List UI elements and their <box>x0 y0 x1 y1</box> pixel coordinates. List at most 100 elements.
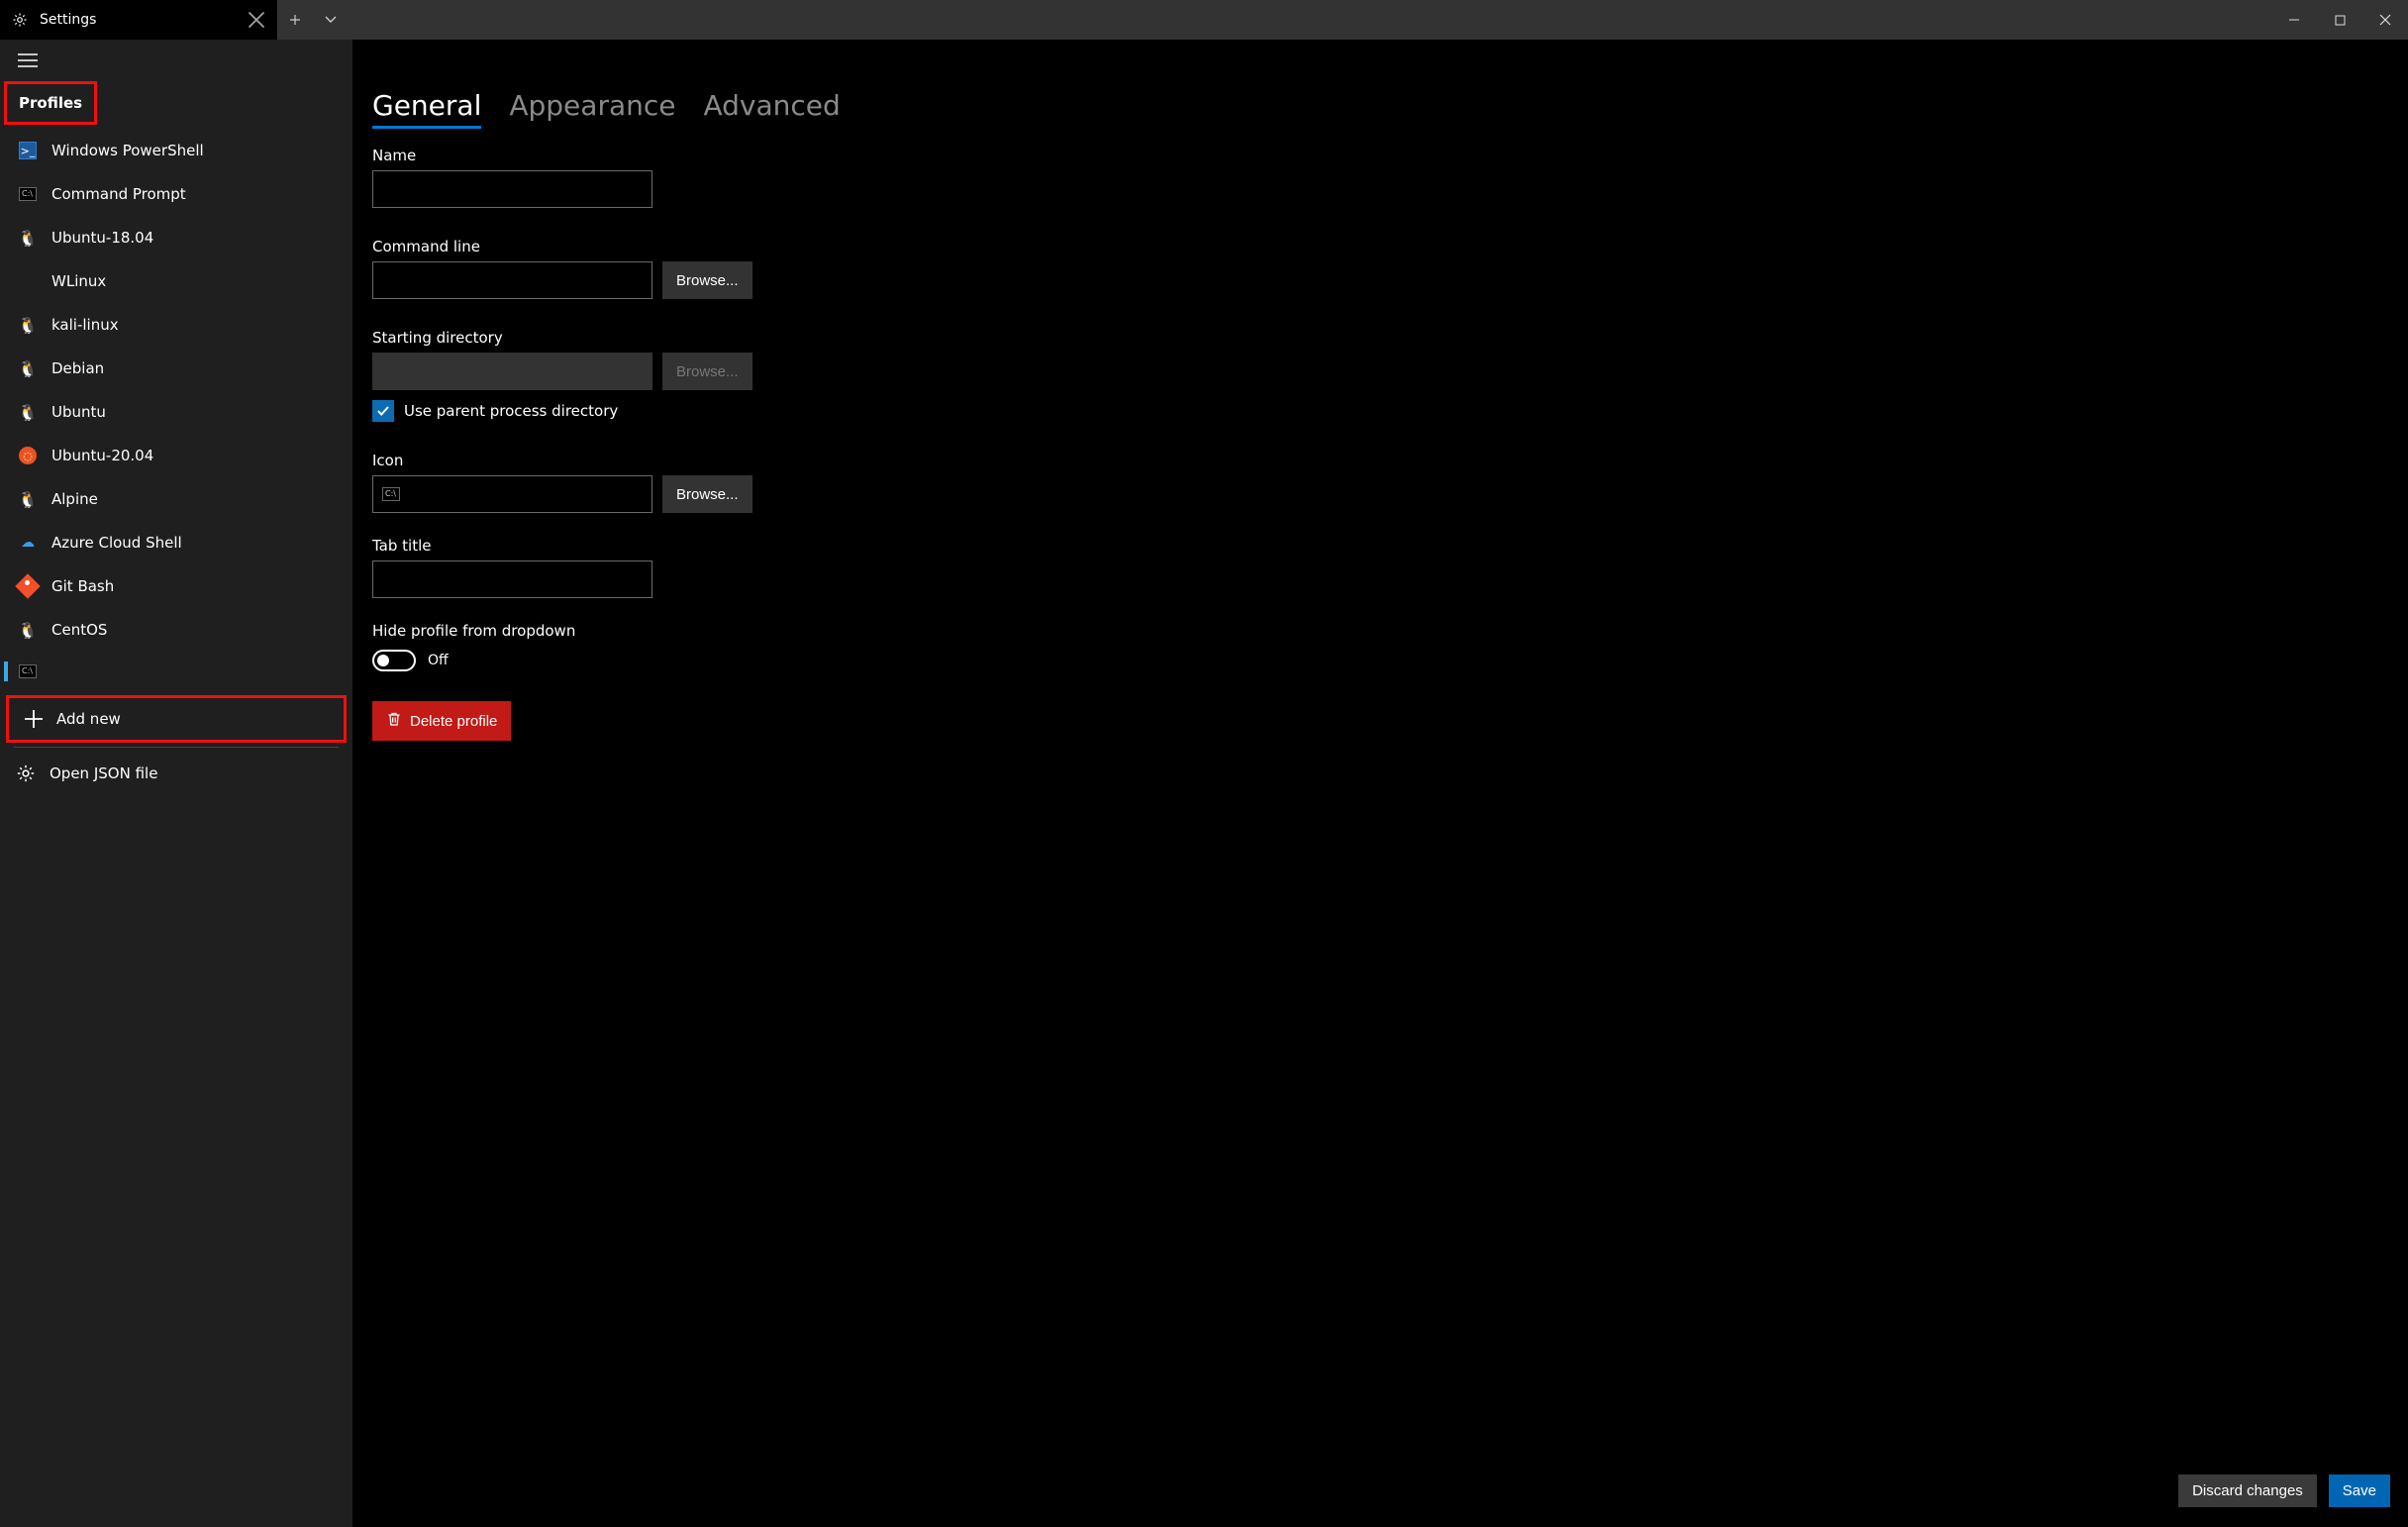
sidebar-item-cmd[interactable]: C:\ Command Prompt <box>0 172 352 216</box>
app-body: Profiles >_ Windows PowerShell C:\ Comma… <box>0 40 2408 1527</box>
hamburger-button[interactable] <box>0 40 352 81</box>
sidebar-item-label: Azure Cloud Shell <box>51 534 182 552</box>
sidebar-item-label: Debian <box>51 359 104 377</box>
hide-state-label: Off <box>428 653 449 668</box>
ubuntu-icon: ◌ <box>18 446 38 465</box>
field-command-line: Command line Browse... <box>372 238 1145 299</box>
profiles-list: >_ Windows PowerShell C:\ Command Prompt… <box>0 125 352 691</box>
tabtitle-label: Tab title <box>372 537 1145 555</box>
sidebar-item-label: WLinux <box>51 272 106 290</box>
delete-profile-label: Delete profile <box>410 713 497 730</box>
use-parent-label: Use parent process directory <box>404 402 618 420</box>
icon-input[interactable] <box>372 475 652 513</box>
sidebar-item-ubuntu1804[interactable]: 🐧 Ubuntu-18.04 <box>0 216 352 259</box>
hide-toggle[interactable] <box>372 650 416 671</box>
azure-icon: ☁ <box>18 533 38 553</box>
cmd-icon: C:\ <box>18 184 38 204</box>
active-tab[interactable]: Settings <box>0 0 277 40</box>
sidebar-item-label: Windows PowerShell <box>51 142 204 159</box>
icon-label: Icon <box>372 452 1145 469</box>
sidebar-item-label: Command Prompt <box>51 185 186 203</box>
tux-icon: 🐧 <box>18 402 38 422</box>
sidebar-item-label: CentOS <box>51 621 107 639</box>
tux-icon: 🐧 <box>18 489 38 509</box>
sidebar-item-label: Ubuntu-18.04 <box>51 229 153 247</box>
trash-icon <box>386 711 402 731</box>
sidebar-item-ubuntu[interactable]: 🐧 Ubuntu <box>0 390 352 434</box>
sidebar-item-kali[interactable]: 🐧 kali-linux <box>0 303 352 347</box>
tux-icon: 🐧 <box>18 228 38 248</box>
minimize-button[interactable] <box>2271 0 2317 40</box>
sidebar-item-label: kali-linux <box>51 316 119 334</box>
discard-button[interactable]: Discard changes <box>2178 1475 2317 1507</box>
use-parent-checkbox-row[interactable]: Use parent process directory <box>372 400 1145 422</box>
sidebar-item-label: Git Bash <box>51 577 114 595</box>
tux-icon: 🐧 <box>18 620 38 640</box>
field-starting-directory: Starting directory Browse... Use parent … <box>372 329 1145 422</box>
profiles-header-highlight: Profiles <box>4 81 97 125</box>
icon-browse-button[interactable]: Browse... <box>662 475 752 513</box>
tux-icon: 🐧 <box>18 315 38 335</box>
new-tab-button[interactable] <box>277 0 313 40</box>
sidebar-section-header-wrap: Profiles <box>0 81 352 125</box>
sidebar-item-label: Ubuntu <box>51 403 106 421</box>
content-inner: General Appearance Advanced Name Command… <box>352 40 1145 741</box>
footer: Discard changes Save <box>352 1455 2408 1527</box>
add-new-button[interactable]: Add new <box>9 698 344 740</box>
tux-icon: 🐧 <box>18 358 38 378</box>
field-hide-profile: Hide profile from dropdown Off <box>372 622 1145 671</box>
window-controls <box>2271 0 2408 40</box>
close-tab-button[interactable] <box>248 11 265 29</box>
sidebar-item-label: Ubuntu-20.04 <box>51 447 153 464</box>
add-new-label: Add new <box>56 710 121 728</box>
cmdline-label: Command line <box>372 238 1145 255</box>
powershell-icon: >_ <box>18 141 38 160</box>
field-name: Name <box>372 147 1145 208</box>
tab-title: Settings <box>40 12 236 28</box>
tab-actions <box>277 0 349 40</box>
tab-dropdown-button[interactable] <box>313 0 349 40</box>
sidebar-item-unnamed[interactable]: C:\ <box>0 652 352 691</box>
plus-icon <box>25 710 43 728</box>
content-area: General Appearance Advanced Name Command… <box>352 40 2408 1527</box>
hide-label: Hide profile from dropdown <box>372 622 1145 640</box>
field-tab-title: Tab title <box>372 537 1145 598</box>
save-button[interactable]: Save <box>2329 1475 2390 1507</box>
titlebar: Settings <box>0 0 2408 40</box>
sidebar-item-azure[interactable]: ☁ Azure Cloud Shell <box>0 521 352 564</box>
maximize-button[interactable] <box>2317 0 2362 40</box>
sidebar-item-ubuntu2004[interactable]: ◌ Ubuntu-20.04 <box>0 434 352 477</box>
name-input[interactable] <box>372 170 652 208</box>
tab-advanced[interactable]: Advanced <box>703 89 840 129</box>
cmd-icon: C:\ <box>382 487 400 501</box>
sidebar-item-centos[interactable]: 🐧 CentOS <box>0 608 352 652</box>
gear-icon <box>16 764 36 783</box>
sidebar-item-powershell[interactable]: >_ Windows PowerShell <box>0 129 352 172</box>
field-icon: Icon C:\ Browse... <box>372 452 1145 513</box>
add-new-wrap: Add new <box>0 691 352 747</box>
sidebar-item-debian[interactable]: 🐧 Debian <box>0 347 352 390</box>
sidebar-item-label: Alpine <box>51 490 98 508</box>
sidebar: Profiles >_ Windows PowerShell C:\ Comma… <box>0 40 352 1527</box>
delete-profile-button[interactable]: Delete profile <box>372 701 511 741</box>
cmdline-browse-button[interactable]: Browse... <box>662 261 752 299</box>
checkbox-checked-icon <box>372 400 394 422</box>
cmdline-input[interactable] <box>372 261 652 299</box>
close-window-button[interactable] <box>2362 0 2408 40</box>
startdir-input <box>372 353 652 390</box>
cmd-icon: C:\ <box>18 662 38 681</box>
startdir-label: Starting directory <box>372 329 1145 347</box>
tab-general[interactable]: General <box>372 89 481 129</box>
sidebar-item-wlinux[interactable]: WLinux <box>0 259 352 303</box>
git-icon <box>18 576 38 596</box>
startdir-browse-button: Browse... <box>662 353 752 390</box>
content-tabs: General Appearance Advanced <box>372 89 1145 129</box>
tab-appearance[interactable]: Appearance <box>509 89 675 129</box>
sidebar-item-alpine[interactable]: 🐧 Alpine <box>0 477 352 521</box>
blank-icon <box>18 271 38 291</box>
profiles-header: Profiles <box>7 84 94 122</box>
sidebar-item-gitbash[interactable]: Git Bash <box>0 564 352 608</box>
open-json-label: Open JSON file <box>50 764 157 782</box>
open-json-button[interactable]: Open JSON file <box>0 748 352 799</box>
tabtitle-input[interactable] <box>372 560 652 598</box>
